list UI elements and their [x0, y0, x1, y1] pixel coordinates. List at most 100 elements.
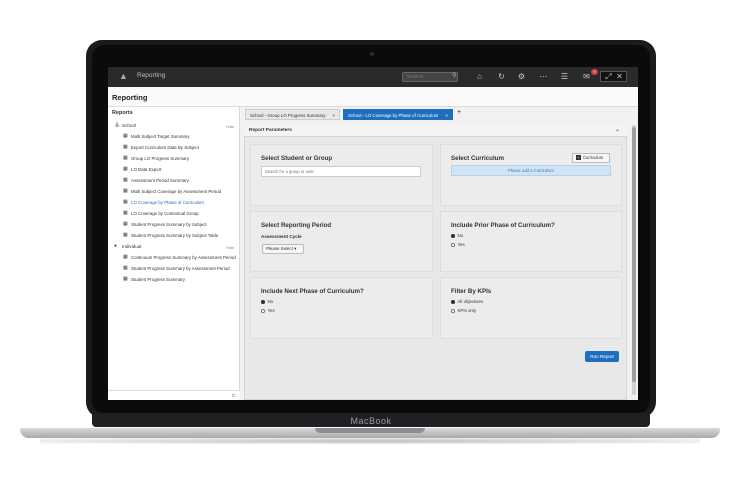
scrollbar-thumb[interactable]: [632, 127, 636, 382]
report-icon: ▦: [123, 232, 128, 238]
person-icon: ●: [114, 243, 118, 249]
radio-prior-yes[interactable]: Yes: [451, 242, 465, 247]
radio-button[interactable]: [451, 309, 455, 313]
sidebar-item[interactable]: Continuum Progress Summary by Assessment…: [131, 255, 236, 260]
tab-label: School - LO Coverage by Phase of Curricu…: [348, 113, 439, 118]
heading-bar: [108, 87, 638, 107]
sidebar-item[interactable]: Multi Subject Target Summary: [131, 134, 189, 139]
sidebar-item[interactable]: LO Coverage by Contextual Group: [131, 211, 199, 216]
page-title: Reporting: [112, 93, 148, 102]
sidebar-item[interactable]: Student Progress Summary by Subject Tabl…: [131, 233, 218, 238]
assessment-cycle-label: Assessment Cycle: [261, 234, 302, 239]
list-icon[interactable]: ☰: [559, 72, 570, 82]
building-icon: ⛪: [114, 122, 121, 128]
card-title: Select Student or Group: [261, 155, 333, 162]
card-title: Include Prior Phase of Curriculum?: [451, 222, 555, 229]
radio-kpis-only[interactable]: KPIs only: [451, 308, 476, 313]
card-title: Filter By KPIs: [451, 288, 492, 295]
hide-individual-link[interactable]: Hide: [226, 245, 234, 250]
report-icon: ▦: [123, 188, 128, 194]
chevron-down-icon[interactable]: ⌄: [615, 126, 620, 133]
close-icon[interactable]: ✕: [614, 72, 625, 82]
card-title: Select Curriculum: [451, 155, 504, 162]
radio-label: Yes: [267, 308, 275, 313]
plus-icon: +: [576, 155, 581, 160]
search-input[interactable]: [402, 72, 458, 82]
radio-all-objectives[interactable]: All objectives: [451, 299, 483, 304]
card-reporting-period: [250, 211, 433, 272]
sidebar-item[interactable]: Student Progress Summary: [131, 277, 185, 282]
expand-icon[interactable]: ⤢: [603, 72, 614, 82]
sidebar-item[interactable]: Export Curriculum Data By Subject: [131, 145, 199, 150]
report-icon: ▦: [123, 133, 128, 139]
sidebar-group-individual[interactable]: Individual: [122, 244, 141, 249]
app-title: Reporting: [137, 72, 166, 79]
laptop-notch: [315, 428, 425, 433]
tab-close-icon[interactable]: ×: [332, 110, 335, 121]
radio-next-no[interactable]: No: [261, 299, 273, 304]
screen: ▲ Reporting ⚲ ⌂ ↻ ⚙ ⋯ ☰ ✉ 9 ⤢ ✕ Reportin…: [108, 67, 638, 400]
chat-icon[interactable]: ✉: [581, 72, 592, 82]
radio-label: No: [457, 233, 464, 238]
radio-button[interactable]: [451, 243, 455, 247]
report-icon: ▦: [123, 199, 128, 205]
tab-label: School - Group LO Progress Summary: [250, 113, 326, 118]
hide-school-link[interactable]: Hide: [226, 124, 234, 129]
card-prior-phase: [440, 211, 622, 272]
report-icon: ▦: [123, 166, 128, 172]
panel-header[interactable]: [244, 125, 627, 137]
report-icon: ▦: [123, 254, 128, 260]
add-curriculum-button[interactable]: + Curriculum: [572, 153, 610, 163]
report-icon: ▦: [123, 177, 128, 183]
radio-prior-no[interactable]: No: [451, 233, 463, 238]
panel-title: Report Parameters: [249, 128, 292, 133]
report-icon: ▦: [123, 210, 128, 216]
tab-group-lo-progress[interactable]: School - Group LO Progress Summary ×: [245, 109, 340, 120]
org-chart-icon[interactable]: ⋯: [538, 72, 549, 82]
radio-label: All objectives: [457, 299, 484, 304]
radio-label: KPIs only: [457, 308, 477, 313]
radio-button[interactable]: [451, 300, 455, 304]
home-icon[interactable]: ⌂: [474, 72, 485, 82]
search-icon[interactable]: ⚲: [452, 72, 456, 79]
student-group-search-input[interactable]: [261, 166, 421, 177]
tab-lo-coverage-phase[interactable]: School - LO Coverage by Phase of Curricu…: [343, 109, 453, 120]
report-icon: ▦: [123, 265, 128, 271]
radio-button[interactable]: [451, 234, 455, 238]
card-title: Select Reporting Period: [261, 222, 332, 229]
radio-button[interactable]: [261, 309, 265, 313]
tab-close-icon[interactable]: ×: [445, 110, 448, 121]
collapse-sidebar-icon[interactable]: ⇇: [232, 393, 236, 399]
sidebar-item[interactable]: LO Data Export: [131, 167, 161, 172]
sidebar-item[interactable]: Student Progress Summary by Assessment P…: [131, 266, 230, 271]
sidebar-item[interactable]: Group LO Progress Summary: [131, 156, 189, 161]
add-tab-button[interactable]: +: [457, 109, 461, 116]
laptop-brand: MacBook: [350, 416, 392, 426]
card-next-phase: [250, 277, 433, 339]
assessment-cycle-select[interactable]: Please Select ▾: [262, 244, 304, 254]
sidebar-title: Reports: [112, 110, 133, 116]
radio-label: No: [267, 299, 274, 304]
sidebar-group-school[interactable]: School: [122, 123, 136, 128]
sidebar-item[interactable]: Student Progress Summary by Subject: [131, 222, 207, 227]
sidebar-footer: [108, 390, 240, 400]
report-icon: ▦: [123, 221, 128, 227]
notification-badge: 9: [591, 69, 598, 75]
run-report-button[interactable]: Run Report: [585, 351, 619, 362]
app-logo-icon[interactable]: ▲: [119, 72, 129, 81]
sidebar-item-active[interactable]: LO Coverage by Phase of Curriculum: [131, 200, 204, 205]
report-icon: ▦: [123, 155, 128, 161]
sidebar-item[interactable]: Multi Subject Coverage by Assessment Per…: [131, 189, 221, 194]
radio-button[interactable]: [261, 300, 265, 304]
card-title: Include Next Phase of Curriculum?: [261, 288, 364, 295]
curriculum-empty-state: Please add a Curriculum: [451, 165, 611, 176]
radio-label: Yes: [457, 242, 465, 247]
refresh-icon[interactable]: ↻: [496, 72, 507, 82]
report-icon: ▦: [123, 276, 128, 282]
radio-next-yes[interactable]: Yes: [261, 308, 275, 313]
sidebar-item[interactable]: Assessment Period Summary: [131, 178, 189, 183]
button-label: Curriculum: [583, 155, 604, 160]
laptop-shadow: [40, 438, 700, 444]
report-icon: ▦: [123, 144, 128, 150]
settings-icon[interactable]: ⚙: [516, 72, 527, 82]
